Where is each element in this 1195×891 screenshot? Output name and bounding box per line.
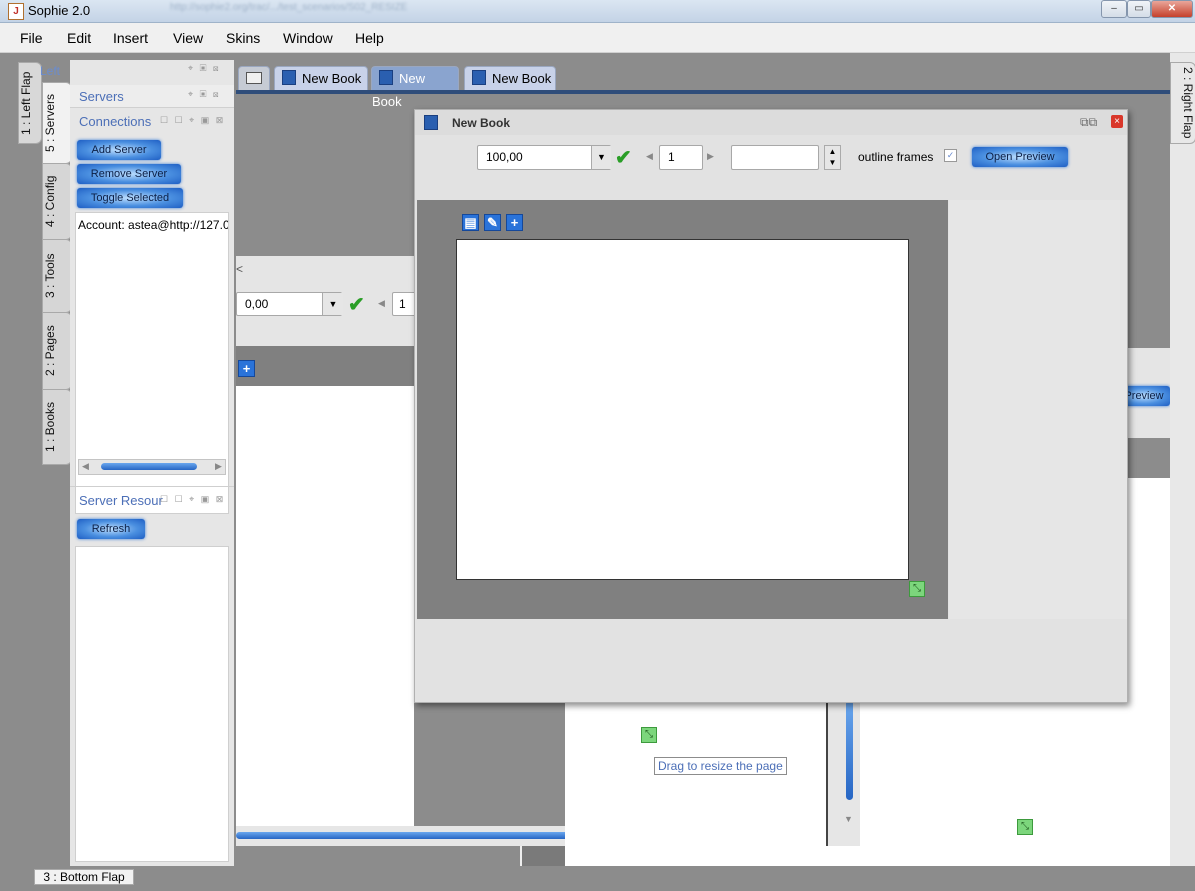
tab-books[interactable]: 1 : Books [42, 389, 72, 465]
connections-panel-icons[interactable]: ☐ ☐ ⌖ ▣ ⊠ [160, 115, 225, 126]
menu-view[interactable]: View [173, 30, 203, 46]
menu-file[interactable]: File [20, 30, 43, 46]
book-icon [424, 115, 438, 130]
servers-title: Servers [79, 89, 124, 104]
bg-scroll-down-icon[interactable]: ▼ [844, 814, 853, 824]
remove-server-button[interactable]: Remove Server [77, 164, 181, 184]
tab-underline [236, 90, 1170, 94]
server-resources-list[interactable] [75, 546, 229, 862]
bg-prev-page-icon[interactable]: ◀ [378, 298, 385, 309]
connections-hscroll[interactable]: ◀ ▶ [78, 459, 226, 475]
doc-tab-2[interactable]: New Book [371, 66, 459, 109]
maximize-button[interactable]: ▭ [1127, 0, 1151, 18]
book-icon [472, 70, 486, 85]
new-book-window-title: New Book [452, 116, 511, 130]
blurred-address: http://sophie2.org/trac/.../test_scenari… [170, 2, 408, 13]
monitor-icon [246, 72, 262, 84]
menu-insert[interactable]: Insert [113, 30, 148, 46]
menu-edit[interactable]: Edit [67, 30, 91, 46]
close-button[interactable]: ✕ [1151, 0, 1193, 18]
prev-page-icon[interactable]: ◀ [646, 151, 653, 162]
page-size-spinner[interactable]: ▲ ▼ [824, 145, 841, 170]
right-flap-tab[interactable]: 2 : Right Flap [1170, 62, 1195, 144]
doc-tab-1[interactable]: New Book [274, 66, 368, 91]
menu-skins[interactable]: Skins [226, 30, 260, 46]
tab-config[interactable]: 4 : Config [42, 163, 72, 240]
bg-zoom-dropdown[interactable]: ▼ [322, 293, 343, 315]
left-flap-tab[interactable]: 1 : Left Flap [18, 62, 42, 144]
page-number-field[interactable]: 1 [659, 145, 703, 170]
servers-header: Servers ⌖ ▣ ⊠ [70, 85, 234, 108]
menu-bar: File Edit Insert View Skins Window Help [0, 23, 1195, 53]
server-resources-panel-icons[interactable]: ☐ ☐ ⌖ ▣ ⊠ [160, 494, 225, 505]
resize-handle-icon[interactable]: ⤡ [641, 727, 657, 743]
connections-title: Connections [79, 114, 152, 129]
scroll-right-icon[interactable]: ▶ [215, 461, 222, 472]
bg-page-gray: + [236, 346, 416, 386]
left-flap-panel: Left ⌖ ▣ ⊠ Servers ⌖ ▣ ⊠ Connections ☐ ☐… [40, 60, 234, 866]
minimize-button[interactable]: – [1101, 0, 1127, 18]
page-canvas[interactable] [456, 239, 909, 580]
book-icon [379, 70, 393, 85]
account-item[interactable]: Account: astea@http://127.0 [78, 218, 228, 232]
servers-panel-icons[interactable]: ⌖ ▣ ⊠ [188, 89, 221, 100]
resize-tooltip: Drag to resize the page [654, 757, 787, 775]
next-page-icon[interactable]: ▶ [707, 151, 714, 162]
bg-check-icon[interactable]: ✔ [348, 292, 365, 317]
bg-add-icon[interactable]: + [238, 360, 255, 377]
new-book-window-titlebar[interactable]: New Book ⧉⧉ × [415, 110, 1127, 135]
bg-page-field[interactable]: 1 [392, 292, 416, 316]
java-icon: J [8, 3, 24, 20]
tab-servers[interactable]: 5 : Servers [42, 82, 72, 164]
page-workarea: ▤ ✎ + ⤡ [417, 200, 948, 619]
apply-zoom-check-icon[interactable]: ✔ [615, 145, 632, 170]
open-preview-button[interactable]: Open Preview [972, 147, 1068, 167]
zoom-dropdown-icon[interactable]: ▼ [591, 146, 611, 169]
menu-help[interactable]: Help [355, 30, 384, 46]
doc-tab-1-label: New Book [302, 71, 362, 86]
tab-pages[interactable]: 2 : Pages [42, 312, 72, 390]
refresh-button[interactable]: Refresh [77, 519, 145, 539]
bg-window-back[interactable]: < [236, 262, 243, 276]
add-server-button[interactable]: Add Server [77, 140, 161, 160]
connections-list[interactable]: Account: astea@http://127.0 ◀ ▶ [75, 212, 229, 514]
book-icon [282, 70, 296, 85]
add-frame-icon[interactable]: + [506, 214, 523, 231]
bg-page-canvas [236, 386, 414, 826]
page-resize-handle-icon[interactable]: ⤡ [909, 581, 925, 597]
right-flap [1170, 53, 1195, 891]
tab-tools[interactable]: 3 : Tools [42, 239, 72, 313]
edit-page-icon[interactable]: ✎ [484, 214, 501, 231]
restore-window-icon[interactable]: ⧉⧉ [1080, 115, 1097, 130]
page-size-field[interactable] [731, 145, 819, 170]
scroll-left-icon[interactable]: ◀ [82, 461, 89, 472]
outline-frames-checkbox[interactable]: ✓ [944, 149, 957, 162]
outline-frames-label: outline frames [858, 150, 934, 164]
doc-tab-3-label: New Book [492, 71, 552, 86]
desktop-tab[interactable] [238, 66, 270, 91]
connections-scroll-thumb[interactable] [101, 463, 197, 470]
bg-vscroll-thumb[interactable] [846, 700, 853, 800]
bottom-flap-tab[interactable]: 3 : Bottom Flap [34, 869, 134, 885]
close-window-icon[interactable]: × [1111, 115, 1123, 128]
menu-window[interactable]: Window [283, 30, 333, 46]
new-book-window: New Book ⧉⧉ × 100,00 ▼ ✔ ◀ 1 ▶ ▲ ▼ outlin… [414, 109, 1128, 703]
resize-handle-icon-2[interactable]: ⤡ [1017, 819, 1033, 835]
doc-tab-3[interactable]: New Book [464, 66, 556, 91]
page-icon[interactable]: ▤ [462, 214, 479, 231]
bg-vscroll[interactable]: ▼ [826, 700, 860, 846]
flap-window-icons[interactable]: ⌖ ▣ ⊠ [188, 63, 221, 74]
title-bar: J Sophie 2.0 http://sophie2.org/trac/...… [0, 0, 1195, 23]
toggle-selected-button[interactable]: Toggle Selected [77, 188, 183, 208]
server-resources-title: Server Resour [79, 493, 163, 508]
left-flap-header: Left [40, 64, 61, 78]
divider [70, 486, 234, 487]
window-title: Sophie 2.0 [28, 3, 91, 18]
